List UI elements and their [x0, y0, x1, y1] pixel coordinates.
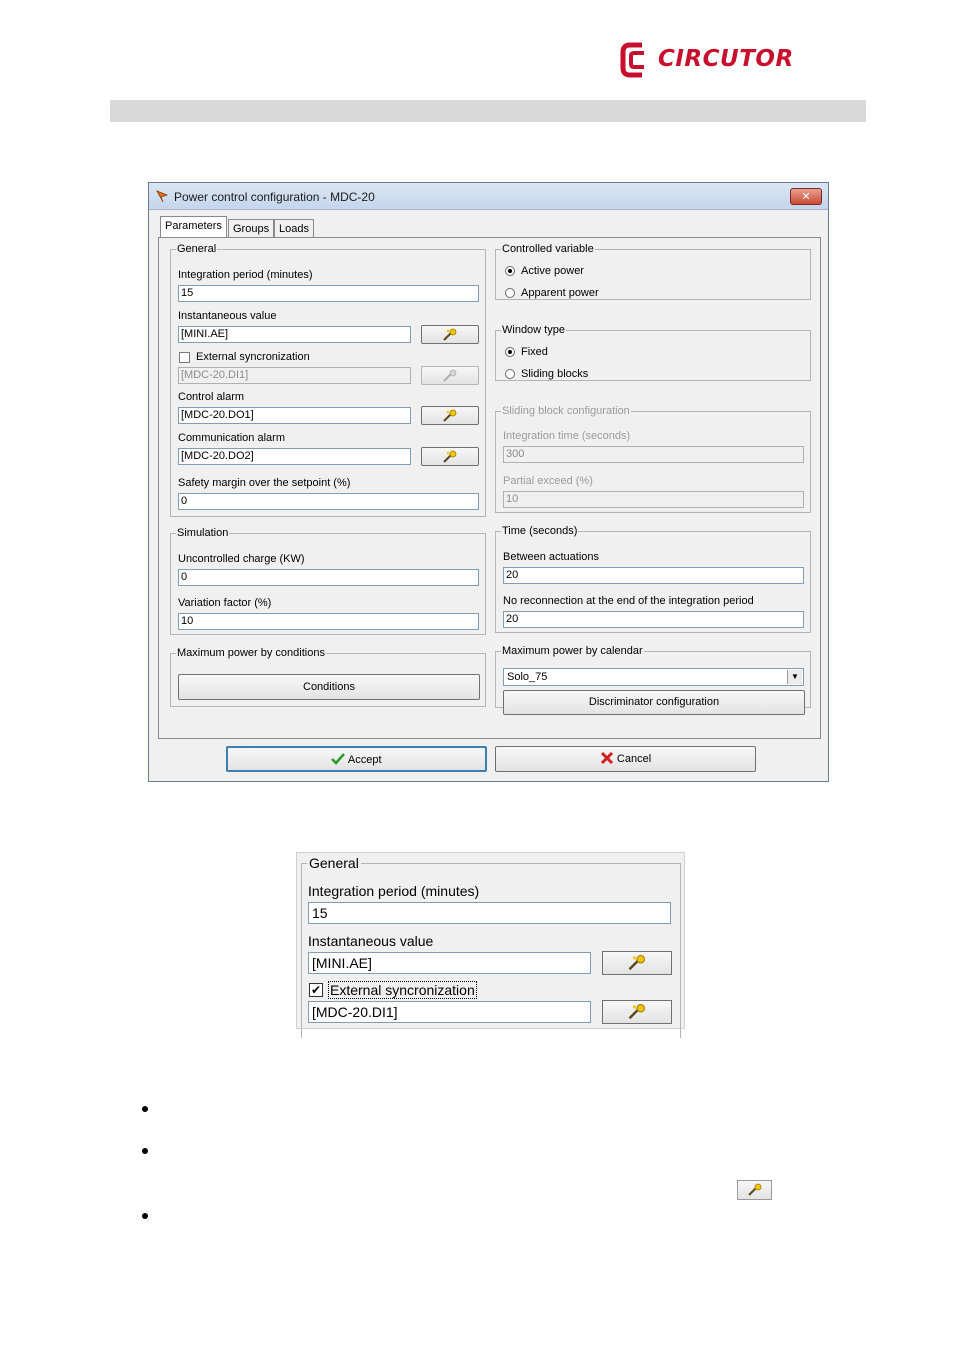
title-bar[interactable]: Power control configuration - MDC-20 ✕ — [149, 183, 828, 210]
circutor-logo-mark — [620, 42, 644, 78]
zoom-integration-input[interactable]: 15 — [308, 902, 671, 924]
external-sync-label: External syncronization — [196, 351, 310, 363]
between-actuations-label: Between actuations — [503, 551, 600, 563]
inline-wand-button — [737, 1180, 772, 1200]
communication-alarm-wand-button[interactable] — [421, 447, 479, 466]
sliding-block-legend: Sliding block configuration — [502, 405, 630, 417]
variation-factor-label: Variation factor (%) — [178, 597, 272, 609]
communication-alarm-input[interactable]: [MDC-20.DO2] — [178, 448, 411, 465]
no-reconnection-label: No reconnection at the end of the integr… — [503, 595, 754, 607]
calendar-select[interactable]: Solo_75 ▼ — [503, 668, 804, 686]
circutor-logo: CIRCUTOR — [620, 42, 800, 82]
uncontrolled-charge-label: Uncontrolled charge (KW) — [178, 553, 305, 565]
safety-margin-input[interactable]: 0 — [178, 493, 479, 510]
max-power-conditions-legend: Maximum power by conditions — [177, 647, 325, 659]
zoom-external-sync-input[interactable]: [MDC-20.DI1] — [308, 1001, 591, 1023]
active-power-label: Active power — [521, 265, 584, 277]
fixed-label: Fixed — [521, 346, 548, 358]
instantaneous-value-input[interactable]: [MINI.AE] — [178, 326, 411, 343]
close-button[interactable]: ✕ — [790, 188, 822, 205]
tab-loads[interactable]: Loads — [274, 219, 314, 237]
header-bar — [110, 100, 866, 122]
simulation-legend: Simulation — [177, 527, 229, 539]
check-icon — [331, 753, 346, 765]
bullet — [142, 1106, 148, 1112]
controlled-variable-legend: Controlled variable — [502, 243, 594, 255]
accept-button[interactable]: Accept — [226, 746, 487, 772]
dropdown-arrow-icon[interactable]: ▼ — [787, 670, 802, 684]
integration-time-label: Integration time (seconds) — [503, 430, 631, 442]
integration-period-input[interactable]: 15 — [178, 285, 479, 302]
control-alarm-label: Control alarm — [178, 391, 245, 403]
instantaneous-wand-button[interactable] — [421, 325, 479, 344]
radio-apparent-power[interactable] — [505, 288, 515, 298]
integration-time-input: 300 — [503, 446, 804, 463]
power-control-dialog: Power control configuration - MDC-20 ✕ P… — [148, 182, 829, 782]
integration-period-label: Integration period (minutes) — [178, 269, 313, 281]
general-zoom-crop: General Integration period (minutes) 15 … — [296, 852, 685, 1038]
accept-label: Accept — [347, 754, 382, 766]
calendar-select-value: Solo_75 — [507, 671, 548, 683]
external-sync-checkbox[interactable] — [179, 352, 190, 363]
communication-alarm-label: Communication alarm — [178, 432, 285, 444]
wand-icon — [443, 328, 457, 341]
zoom-instantaneous-label: Instantaneous value — [308, 933, 434, 949]
general-legend: General — [177, 243, 217, 255]
no-reconnection-input[interactable]: 20 — [503, 611, 804, 628]
partial-exceed-label: Partial exceed (%) — [503, 475, 593, 487]
zoom-external-sync-label: External syncronization — [328, 981, 477, 999]
conditions-button[interactable]: Conditions — [178, 674, 480, 700]
safety-margin-label: Safety margin over the setpoint (%) — [178, 477, 351, 489]
partial-exceed-input: 10 — [503, 491, 804, 508]
time-legend: Time (seconds) — [502, 525, 578, 537]
wand-icon — [628, 1004, 645, 1020]
zoom-external-sync-checkbox[interactable]: ✔ — [309, 983, 323, 997]
parameters-panel: General Integration period (minutes) 15 … — [158, 237, 821, 739]
instantaneous-value-label: Instantaneous value — [178, 310, 277, 322]
bullet — [142, 1213, 148, 1219]
radio-fixed[interactable] — [505, 347, 515, 357]
control-alarm-wand-button[interactable] — [421, 406, 479, 425]
sliding-blocks-label: Sliding blocks — [521, 368, 589, 380]
uncontrolled-charge-input[interactable]: 0 — [178, 569, 479, 586]
wand-icon — [443, 450, 457, 463]
bullet — [142, 1148, 148, 1154]
radio-active-power[interactable] — [505, 266, 515, 276]
cross-icon — [600, 751, 613, 765]
tab-parameters[interactable]: Parameters — [160, 216, 227, 238]
between-actuations-input[interactable]: 20 — [503, 567, 804, 584]
wand-icon — [628, 955, 645, 971]
app-icon — [156, 190, 169, 203]
external-sync-wand-button — [421, 366, 479, 385]
zoom-general-legend: General — [307, 855, 361, 871]
zoom-instantaneous-input[interactable]: [MINI.AE] — [308, 952, 591, 974]
wand-icon — [443, 369, 457, 382]
discriminator-configuration-button[interactable]: Discriminator configuration — [503, 690, 805, 715]
wand-icon — [443, 409, 457, 422]
zoom-integration-label: Integration period (minutes) — [308, 883, 480, 899]
zoom-instantaneous-wand-button[interactable] — [602, 951, 672, 975]
max-power-calendar-legend: Maximum power by calendar — [502, 645, 643, 657]
logo-text: CIRCUTOR — [658, 46, 794, 72]
variation-factor-input[interactable]: 10 — [178, 613, 479, 630]
external-sync-input: [MDC-20.DI1] — [178, 367, 411, 384]
window-type-legend: Window type — [502, 324, 565, 336]
control-alarm-input[interactable]: [MDC-20.DO1] — [178, 407, 411, 424]
wand-icon — [747, 1183, 761, 1196]
window-title: Power control configuration - MDC-20 — [174, 190, 375, 204]
tab-groups[interactable]: Groups — [228, 219, 275, 237]
cancel-button[interactable]: Cancel — [495, 746, 756, 772]
zoom-external-sync-wand-button[interactable] — [602, 1000, 672, 1024]
cancel-label: Cancel — [616, 753, 652, 765]
apparent-power-label: Apparent power — [521, 287, 599, 299]
radio-sliding-blocks[interactable] — [505, 369, 515, 379]
